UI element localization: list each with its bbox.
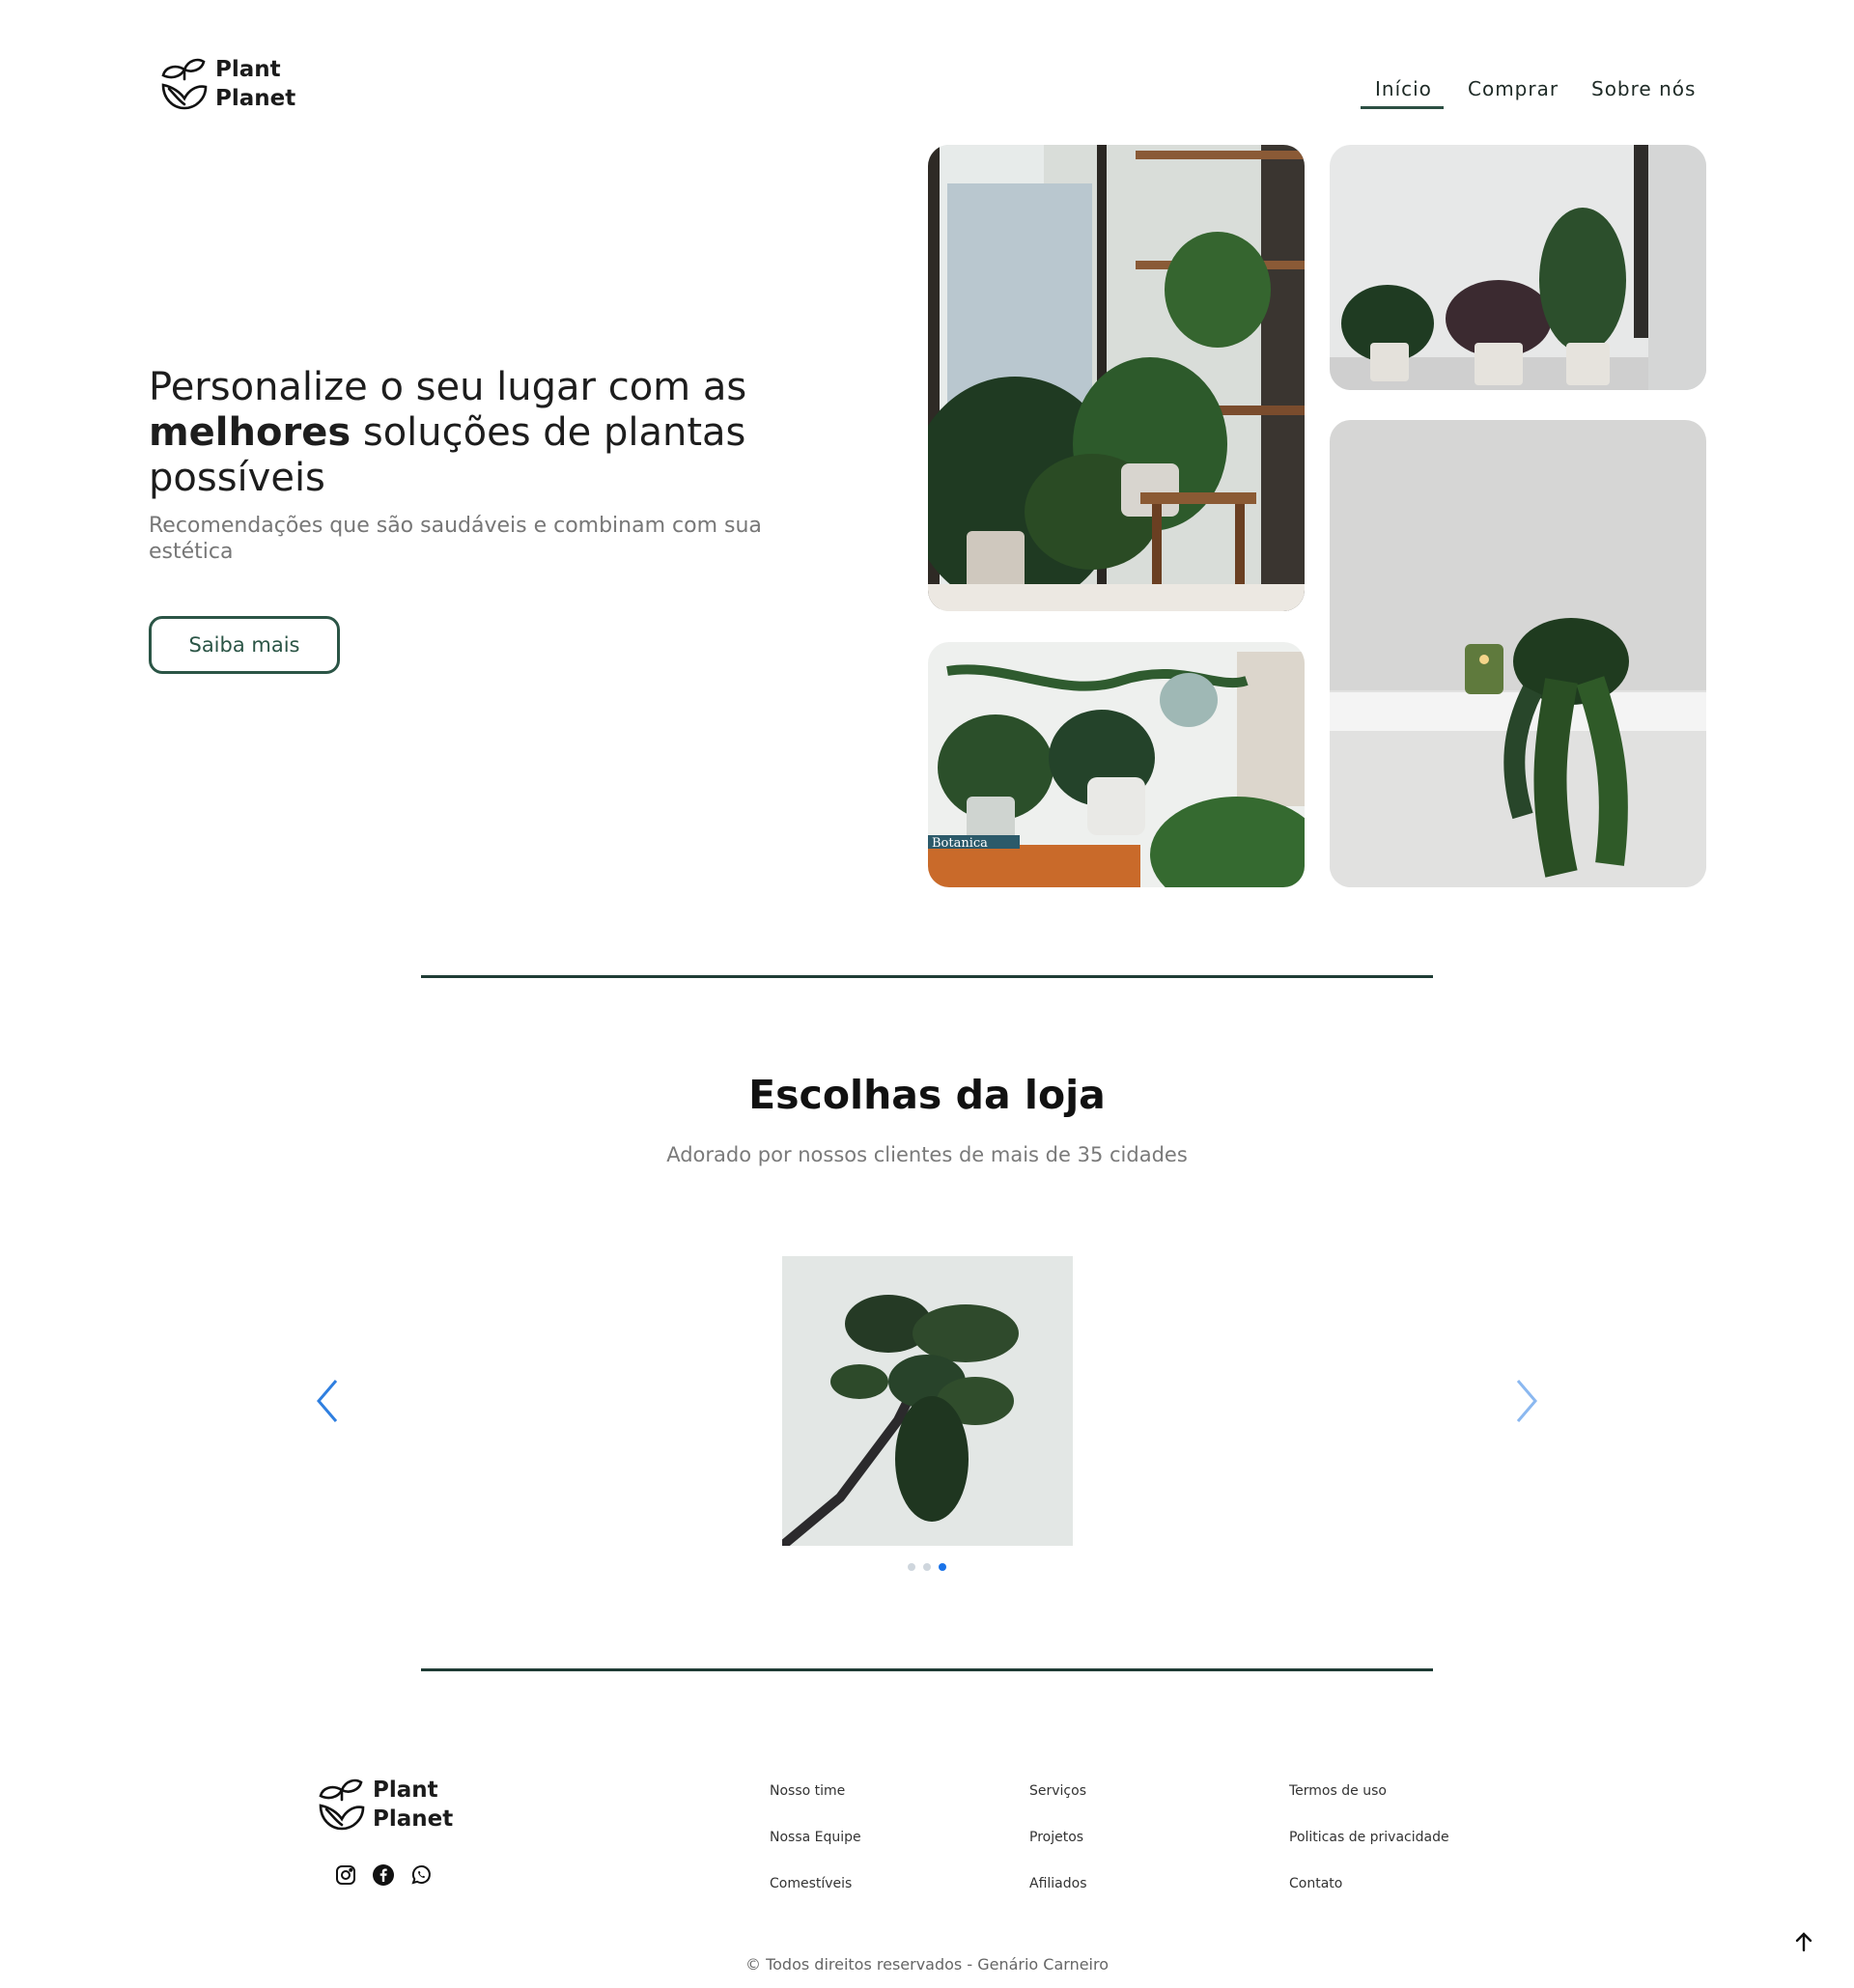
footer-link-termos-de-uso[interactable]: Termos de uso bbox=[1289, 1783, 1387, 1799]
footer-brand-line2: Planet bbox=[373, 1806, 454, 1832]
hero-photo-plant-shop bbox=[928, 145, 1305, 611]
chevron-right-icon bbox=[1512, 1380, 1541, 1429]
social-links bbox=[334, 1863, 440, 1889]
nav-item-sobre-nos[interactable]: Sobre nós bbox=[1591, 77, 1696, 100]
footer-link-comestiveis[interactable]: Comestíveis bbox=[770, 1876, 852, 1891]
carousel-slide-image bbox=[778, 1256, 1073, 1550]
saiba-mais-button[interactable]: Saiba mais bbox=[149, 616, 340, 674]
footer-link-politicas-de-privacidade[interactable]: Politicas de privacidade bbox=[1289, 1830, 1449, 1845]
brand-logo[interactable]: Plant Planet bbox=[157, 56, 295, 114]
carousel-dot-2[interactable] bbox=[923, 1563, 931, 1571]
footer-link-projetos[interactable]: Projetos bbox=[1029, 1830, 1083, 1845]
footer-link-nossa-equipe[interactable]: Nossa Equipe bbox=[770, 1830, 861, 1845]
hero-photo-hanging-plant bbox=[1330, 420, 1706, 887]
footer-link-contato[interactable]: Contato bbox=[1289, 1876, 1342, 1891]
brand-name-line1: Plant bbox=[215, 57, 281, 83]
footer-link-servicos[interactable]: Serviços bbox=[1029, 1783, 1086, 1799]
nav-active-indicator bbox=[1361, 106, 1444, 109]
carousel-prev-button[interactable] bbox=[313, 1377, 342, 1425]
carousel-dot-3[interactable] bbox=[939, 1563, 946, 1571]
hero-photo-shelf-plants: Botanica bbox=[928, 642, 1305, 887]
back-to-top-button[interactable] bbox=[1791, 1929, 1816, 1954]
hero-text: Personalize o seu lugar com as melhores … bbox=[149, 365, 844, 565]
hero-title-line1: Personalize o seu lugar com as bbox=[149, 365, 747, 409]
hero-subtitle: Recomendações que são saudáveis e combin… bbox=[149, 514, 762, 564]
book-spine-text: Botanica bbox=[932, 836, 988, 851]
store-title-rest: da loja bbox=[941, 1072, 1106, 1118]
hero-title: Personalize o seu lugar com as melhores … bbox=[149, 365, 844, 501]
plant-logo-icon bbox=[315, 1777, 367, 1834]
instagram-icon[interactable] bbox=[334, 1863, 357, 1890]
carousel-next-button[interactable] bbox=[1512, 1377, 1541, 1425]
footer-link-nosso-time[interactable]: Nosso time bbox=[770, 1783, 845, 1799]
store-section-subtitle: Adorado por nossos clientes de mais de 3… bbox=[666, 1143, 1188, 1166]
hero-title-line3: possíveis bbox=[149, 456, 325, 500]
footer-brand-line1: Plant bbox=[373, 1778, 438, 1804]
footer-link-afiliados[interactable]: Afiliados bbox=[1029, 1876, 1087, 1891]
carousel-pagination bbox=[908, 1563, 946, 1573]
copyright-text: © Todos direitos reservados - Genário Ca… bbox=[744, 1955, 1110, 1974]
hero-photo-plants-on-floor bbox=[1330, 145, 1706, 390]
whatsapp-icon[interactable] bbox=[409, 1863, 433, 1890]
hero-title-emphasis: melhores bbox=[149, 410, 351, 455]
hero-title-line2: soluções de plantas bbox=[351, 410, 746, 455]
carousel-dot-1[interactable] bbox=[908, 1563, 915, 1571]
store-title-emphasis: Escolhas bbox=[748, 1072, 942, 1118]
store-section-title: Escolhas da loja bbox=[0, 1072, 1854, 1118]
facebook-icon[interactable] bbox=[372, 1863, 395, 1890]
nav-item-comprar[interactable]: Comprar bbox=[1468, 77, 1559, 100]
plant-logo-icon bbox=[157, 56, 210, 114]
chevron-left-icon bbox=[313, 1380, 342, 1429]
brand-name-line2: Planet bbox=[215, 86, 296, 111]
footer-brand-logo[interactable]: Plant Planet bbox=[315, 1777, 453, 1834]
section-divider-bottom bbox=[421, 1668, 1433, 1671]
section-divider-top bbox=[421, 975, 1433, 978]
nav-item-inicio[interactable]: Início bbox=[1375, 77, 1432, 100]
